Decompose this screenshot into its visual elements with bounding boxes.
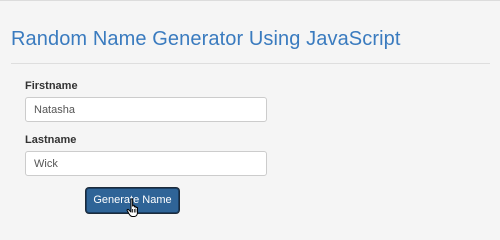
firstname-label: Firstname xyxy=(25,80,78,92)
title-divider xyxy=(11,63,490,64)
firstname-input[interactable] xyxy=(25,97,267,122)
lastname-label: Lastname xyxy=(25,134,77,146)
page-title: Random Name Generator Using JavaScript xyxy=(11,28,401,50)
page: Random Name Generator Using JavaScript F… xyxy=(0,0,500,225)
lastname-input[interactable] xyxy=(25,151,267,176)
generate-name-button[interactable]: Generate Name xyxy=(86,188,179,213)
